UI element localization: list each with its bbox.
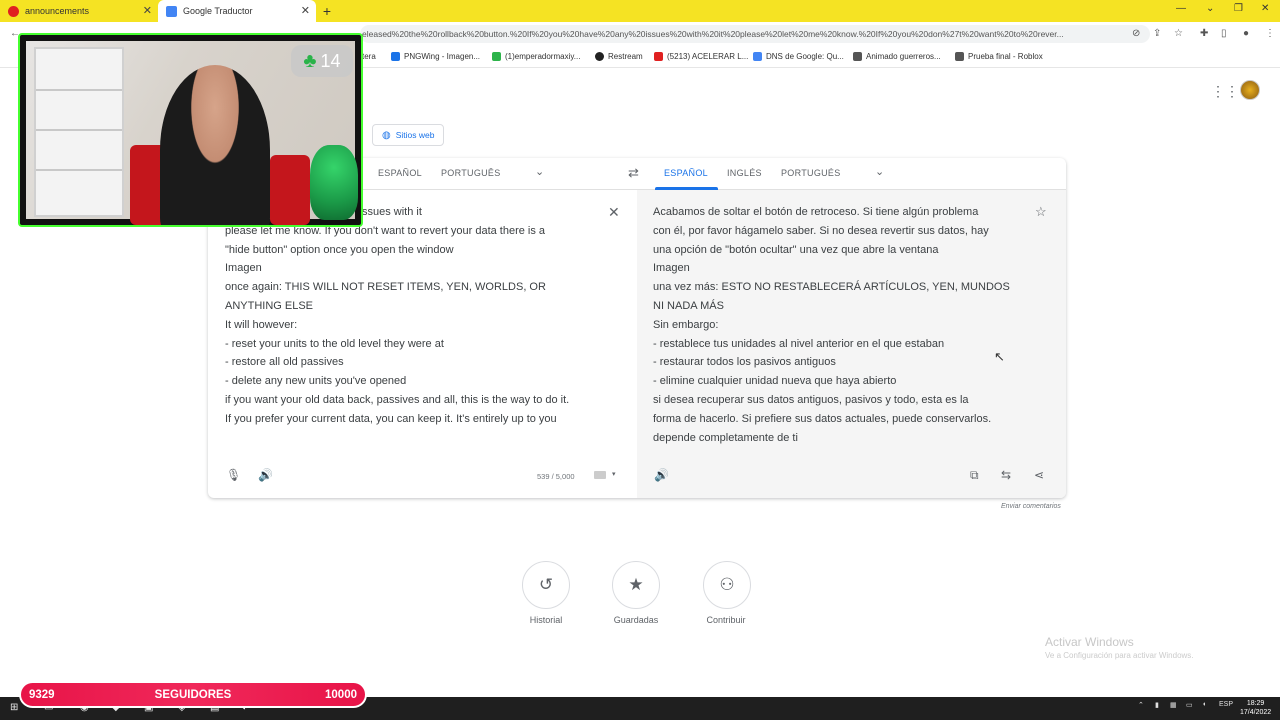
target-speaker-icon[interactable]: 🔊 [654, 468, 669, 482]
keyboard-icon[interactable] [594, 471, 606, 479]
clock-time: 18:29 [1246, 700, 1265, 707]
menu-dots-icon[interactable]: ⋮ [1265, 28, 1275, 39]
bookmark-item[interactable]: Animado guerreros... [853, 52, 941, 61]
char-counter: 539 / 5,000 [537, 472, 575, 481]
contribute-label: Contribuir [706, 615, 746, 625]
clock-date: 17/4/2022 [1240, 709, 1272, 716]
bookmark-favicon-icon [753, 52, 762, 61]
globe-icon: ◍ [382, 129, 391, 141]
start-icon[interactable]: ⊞ [10, 702, 18, 713]
taskbar-clock[interactable]: 18:29 17/4/2022 [1240, 699, 1271, 717]
badge-count: 14 [320, 50, 341, 71]
share-translation-icon[interactable]: ⋖ [1034, 468, 1044, 482]
camera-blocked-icon[interactable]: ⊘ [1132, 28, 1140, 39]
tray-volume-icon[interactable]: ◖ [1202, 701, 1206, 708]
browser-tabstrip: announcements ✕ Google Traductor ✕ + — ⌄… [0, 0, 1280, 22]
people-icon: ⚇ [719, 575, 735, 594]
source-lang-chevron-down-icon[interactable]: ⌄ [535, 165, 544, 178]
saved-label: Guardadas [613, 615, 659, 625]
rate-translation-icon[interactable]: ⇆ [1001, 468, 1011, 482]
history-label: Historial [529, 615, 563, 625]
source-textarea[interactable]: ack button. If you have any issues with … [225, 203, 569, 429]
bookmark-favicon-icon [654, 52, 663, 61]
keyboard-chevron-icon[interactable]: ▾ [612, 470, 616, 478]
discord-favicon-icon [8, 5, 19, 17]
bookmark-item[interactable]: tera [362, 52, 376, 61]
bookmark-favicon-icon [492, 52, 501, 61]
clover-badge: ♣ 14 [291, 45, 353, 77]
share-icon[interactable]: ⇪ [1153, 28, 1161, 39]
clover-icon: ♣ [303, 49, 317, 72]
followers-goal: 10000 [325, 688, 357, 701]
activate-windows-subtitle: Ve a Configuración para activar Windows. [1045, 651, 1194, 660]
tab-google-traductor[interactable]: Google Traductor ✕ [158, 0, 316, 22]
tab-title: announcements [25, 6, 90, 16]
close-window-icon[interactable]: ✕ [1261, 3, 1269, 14]
streamer [160, 65, 270, 225]
source-lang-portugues[interactable]: PORTUGUÊS [441, 168, 501, 178]
bookmark-favicon-icon [853, 52, 862, 61]
microphone-icon[interactable]: 🎙 [226, 468, 241, 482]
saved-button[interactable]: ★ [612, 561, 660, 609]
chevron-down-icon[interactable]: ⌄ [1206, 3, 1214, 14]
translation-output: Acabamos de soltar el botón de retroceso… [653, 206, 1010, 444]
tab-title: Google Traductor [183, 6, 253, 16]
source-lang-espanol[interactable]: ESPAÑOL [378, 168, 422, 178]
bookmark-favicon-icon [595, 52, 604, 61]
new-tab-button[interactable]: + [316, 0, 338, 22]
translate-favicon-icon [166, 5, 177, 17]
mouse-cursor-icon: ↖ [994, 349, 1005, 364]
tray-chevron-up-icon[interactable]: ⌃ [1138, 701, 1144, 709]
close-tab-icon[interactable]: ✕ [301, 4, 310, 17]
source-speaker-icon[interactable]: 🔊 [258, 468, 273, 482]
followers-label: SEGUIDORES [154, 688, 232, 701]
history-button[interactable]: ↺ [522, 561, 570, 609]
contribute-button[interactable]: ⚇ [703, 561, 751, 609]
tab-announcements[interactable]: announcements ✕ [0, 0, 158, 22]
target-lang-portugues[interactable]: PORTUGUÉS [781, 168, 841, 178]
bookmark-star-icon[interactable]: ☆ [1174, 28, 1183, 39]
bookmark-item[interactable]: PNGWing - Imagen... [391, 52, 480, 61]
target-lang-espanol[interactable]: ESPAÑOL [664, 168, 708, 178]
sites-chip-label: Sitios web [395, 130, 435, 140]
swap-languages-icon[interactable]: ⇄ [628, 165, 639, 181]
shelf [34, 47, 124, 217]
tray-display-icon[interactable]: ▭ [1186, 701, 1193, 709]
follower-goal-bar: 9329 SEGUIDORES 10000 [19, 681, 367, 708]
tray-language[interactable]: ESP [1219, 701, 1233, 708]
close-tab-icon[interactable]: ✕ [143, 4, 152, 17]
target-lang-ingles[interactable]: INGLÉS [727, 168, 762, 178]
bookmark-item[interactable]: (5213) ACELERAR L... [654, 52, 748, 61]
history-icon: ↺ [538, 575, 554, 594]
minimize-icon[interactable]: — [1176, 3, 1186, 14]
gaming-chair [270, 155, 310, 225]
avatar[interactable] [1240, 80, 1260, 100]
bookmark-item[interactable]: DNS de Google: Qu... [753, 52, 844, 61]
profile-icon[interactable]: ● [1243, 28, 1249, 39]
url-text: eleased%20the%20rollback%20button.%20If%… [362, 29, 1064, 39]
bookmark-item[interactable]: (1)emperadormaxiy... [492, 52, 580, 61]
tray-network-icon[interactable]: ▦ [1170, 701, 1177, 709]
webcam-overlay: ♣ 14 [18, 33, 363, 227]
address-bar[interactable]: eleased%20the%20rollback%20button.%20If%… [360, 25, 1150, 43]
star-icon: ★ [628, 575, 644, 594]
send-feedback-link[interactable]: Enviar comentarios [1001, 503, 1061, 510]
extensions-icon[interactable]: ✚ [1200, 28, 1208, 39]
side-panel-icon[interactable]: ▯ [1221, 28, 1227, 39]
tray-mic-icon[interactable]: ▮ [1155, 701, 1159, 709]
sites-chip[interactable]: ◍ Sitios web [372, 124, 445, 146]
save-translation-star-icon[interactable]: ☆ [1035, 204, 1047, 220]
copy-icon[interactable]: ⧉ [970, 468, 979, 483]
active-tab-indicator [655, 187, 718, 190]
bookmark-item[interactable]: Restream [595, 52, 643, 61]
bookmark-favicon-icon [955, 52, 964, 61]
activate-windows-title: Activar Windows [1045, 635, 1134, 649]
target-lang-chevron-down-icon[interactable]: ⌄ [875, 165, 884, 178]
clear-source-icon[interactable]: ✕ [608, 204, 620, 221]
bookmark-favicon-icon [391, 52, 400, 61]
bookmark-item[interactable]: Prueba final - Roblox [955, 52, 1043, 61]
maximize-icon[interactable]: ❐ [1234, 3, 1243, 14]
mascot-figure [310, 145, 358, 220]
